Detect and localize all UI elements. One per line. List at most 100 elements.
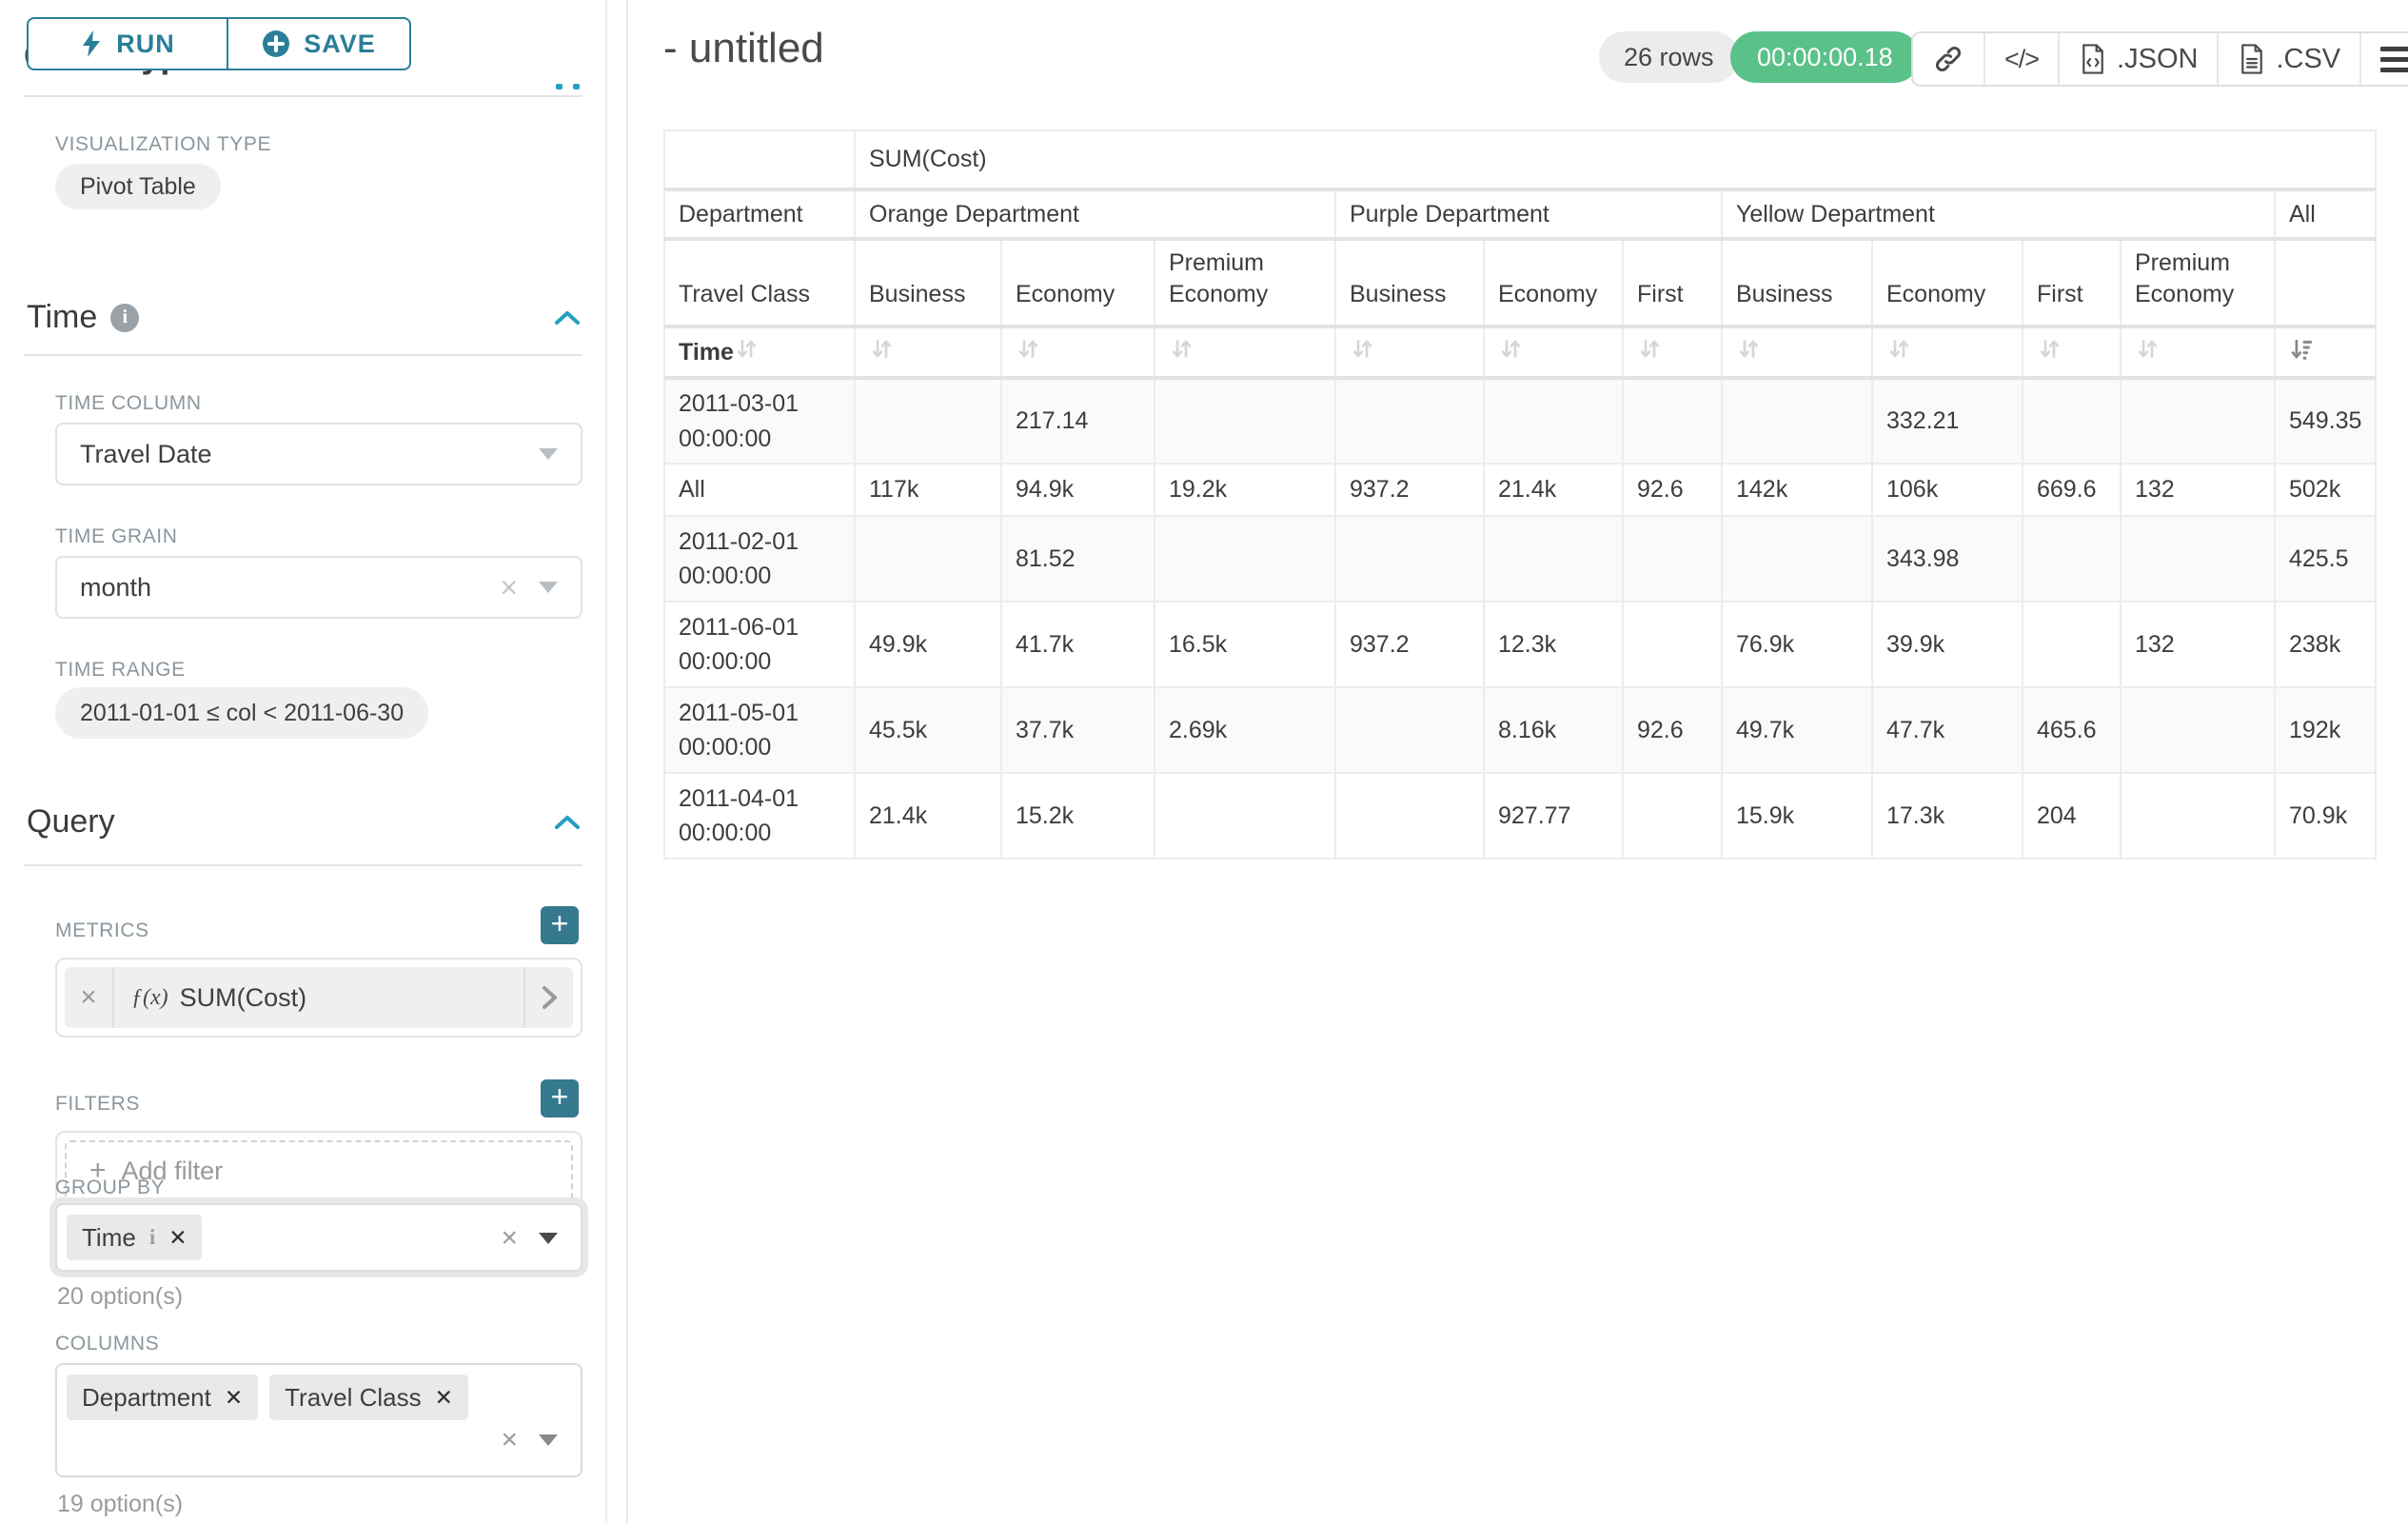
run-button[interactable]: RUN — [27, 17, 228, 70]
pivot-cell: 502k — [2275, 464, 2376, 516]
pivot-cell — [2121, 516, 2275, 602]
pivot-cell: 132 — [2121, 602, 2275, 687]
info-icon: i — [110, 304, 139, 332]
metric-pill[interactable]: × ƒ(x) SUM(Cost) — [65, 967, 573, 1028]
caret-down-icon — [539, 448, 558, 460]
sort-icon[interactable] — [1637, 336, 1663, 368]
code-icon: </> — [2004, 45, 2039, 74]
sort-icon[interactable] — [1736, 336, 1762, 368]
sortable-column-cell[interactable] — [2023, 326, 2121, 378]
pivot-cell: 37.7k — [1001, 687, 1155, 773]
function-icon: ƒ(x) — [131, 985, 168, 1011]
hamburger-menu-icon — [2380, 47, 2408, 72]
sort-icon[interactable] — [2037, 336, 2063, 368]
time-grain-select[interactable]: month × — [55, 556, 582, 619]
row-header-sort-cell[interactable]: Time — [664, 326, 855, 378]
sort-icon[interactable] — [2135, 336, 2161, 368]
sortable-column-cell[interactable] — [855, 326, 1001, 378]
sidebar-scrollbar[interactable] — [605, 0, 607, 1523]
pivot-cell: 81.52 — [1001, 516, 1155, 602]
columns-select[interactable]: Department ✕ Travel Class ✕ × — [55, 1363, 582, 1477]
pivot-cell: 2.69k — [1155, 687, 1335, 773]
link-icon — [1932, 43, 1964, 75]
add-metric-button[interactable]: + — [541, 906, 579, 944]
query-section-title: Query — [27, 803, 115, 841]
pivot-cell — [1623, 773, 1722, 859]
sort-icon[interactable] — [1350, 336, 1375, 368]
pivot-row-label: 2011-02-01 00:00:00 — [664, 516, 855, 602]
pivot-cell: 549.35 — [2275, 378, 2376, 464]
tag-remove-icon[interactable]: ✕ — [435, 1385, 453, 1411]
pivot-cell — [855, 378, 1001, 464]
group-by-select[interactable]: Time i ✕ × — [55, 1203, 582, 1272]
sortable-column-cell[interactable] — [1001, 326, 1155, 378]
sort-desc-icon[interactable] — [2289, 336, 2315, 368]
export-json-label: .JSON — [2117, 44, 2198, 75]
export-csv-button[interactable]: .CSV — [2217, 33, 2359, 85]
add-filter-plus-button[interactable]: + — [541, 1079, 579, 1118]
json-file-icon — [2079, 43, 2107, 75]
pivot-cell: 49.9k — [855, 602, 1001, 687]
query-duration-badge: 00:00:00.18 — [1730, 31, 1920, 83]
visualization-type-value[interactable]: Pivot Table — [55, 164, 221, 209]
columns-option-count: 19 option(s) — [57, 1491, 183, 1518]
sortable-column-cell[interactable] — [1722, 326, 1872, 378]
pivot-cell: 425.5 — [2275, 516, 2376, 602]
export-json-button[interactable]: .JSON — [2058, 33, 2217, 85]
time-grain-value: month — [80, 573, 151, 603]
export-toolbar: </> .JSON .CSV — [1911, 31, 2408, 87]
clear-icon[interactable]: × — [501, 1426, 518, 1454]
column-leaf-header: Business — [1335, 239, 1484, 326]
sortable-column-cell[interactable] — [1484, 326, 1623, 378]
clear-icon[interactable]: × — [500, 572, 518, 603]
sortable-column-cell[interactable] — [2121, 326, 2275, 378]
sorted-column-cell[interactable] — [2275, 326, 2376, 378]
clear-icon[interactable]: × — [501, 1224, 518, 1253]
remove-metric-icon[interactable]: × — [65, 967, 114, 1028]
view-query-button[interactable]: </> — [1984, 33, 2058, 85]
metric-header-cell: SUM(Cost) — [855, 130, 2376, 189]
collapse-chevron-icon[interactable] — [552, 813, 582, 832]
time-column-value: Travel Date — [80, 440, 212, 469]
pivot-cell: 106k — [1872, 464, 2023, 516]
group-by-tag: Time i ✕ — [67, 1215, 202, 1260]
sort-icon[interactable] — [1498, 336, 1524, 368]
save-button[interactable]: SAVE — [228, 17, 411, 70]
table-row: All117k94.9k19.2k937.221.4k92.6142k106k6… — [664, 464, 2376, 516]
sort-icon[interactable] — [1169, 336, 1194, 368]
chart-title[interactable]: - untitled — [663, 25, 824, 72]
sortable-column-cell[interactable] — [1335, 326, 1484, 378]
pivot-cell: 92.6 — [1623, 464, 1722, 516]
pivot-cell — [855, 516, 1001, 602]
sort-icon[interactable] — [734, 336, 760, 368]
pivot-cell: 937.2 — [1335, 464, 1484, 516]
tag-remove-icon[interactable]: ✕ — [225, 1385, 243, 1411]
sortable-column-cell[interactable] — [1155, 326, 1335, 378]
copy-link-button[interactable] — [1913, 33, 1984, 85]
pivot-cell — [1335, 378, 1484, 464]
time-range-label: TIME RANGE — [55, 659, 186, 682]
pivot-cell: 41.7k — [1001, 602, 1155, 687]
pivot-cell: 17.3k — [1872, 773, 2023, 859]
pivot-cell — [1623, 602, 1722, 687]
pivot-row-label: 2011-05-01 00:00:00 — [664, 687, 855, 773]
csv-file-icon — [2238, 43, 2266, 75]
sort-icon[interactable] — [1886, 336, 1912, 368]
pivot-cell: 238k — [2275, 602, 2376, 687]
more-options-button[interactable] — [2359, 33, 2408, 85]
sortable-column-cell[interactable] — [1872, 326, 2023, 378]
sort-icon[interactable] — [1016, 336, 1041, 368]
tag-remove-icon[interactable]: ✕ — [168, 1225, 187, 1251]
pivot-cell: 343.98 — [1872, 516, 2023, 602]
export-csv-label: .CSV — [2276, 44, 2340, 75]
sortable-column-cell[interactable] — [1623, 326, 1722, 378]
caret-down-icon — [539, 1233, 558, 1244]
time-column-select[interactable]: Travel Date — [55, 423, 582, 485]
expand-metric-icon[interactable] — [523, 967, 573, 1028]
pivot-row-label: 2011-03-01 00:00:00 — [664, 378, 855, 464]
plus-circle-icon — [262, 30, 290, 58]
collapse-chevron-icon[interactable] — [552, 308, 582, 327]
time-range-value[interactable]: 2011-01-01 ≤ col < 2011-06-30 — [55, 687, 428, 739]
sort-icon[interactable] — [869, 336, 895, 368]
table-row: 2011-06-01 00:00:0049.9k41.7k16.5k937.21… — [664, 602, 2376, 687]
